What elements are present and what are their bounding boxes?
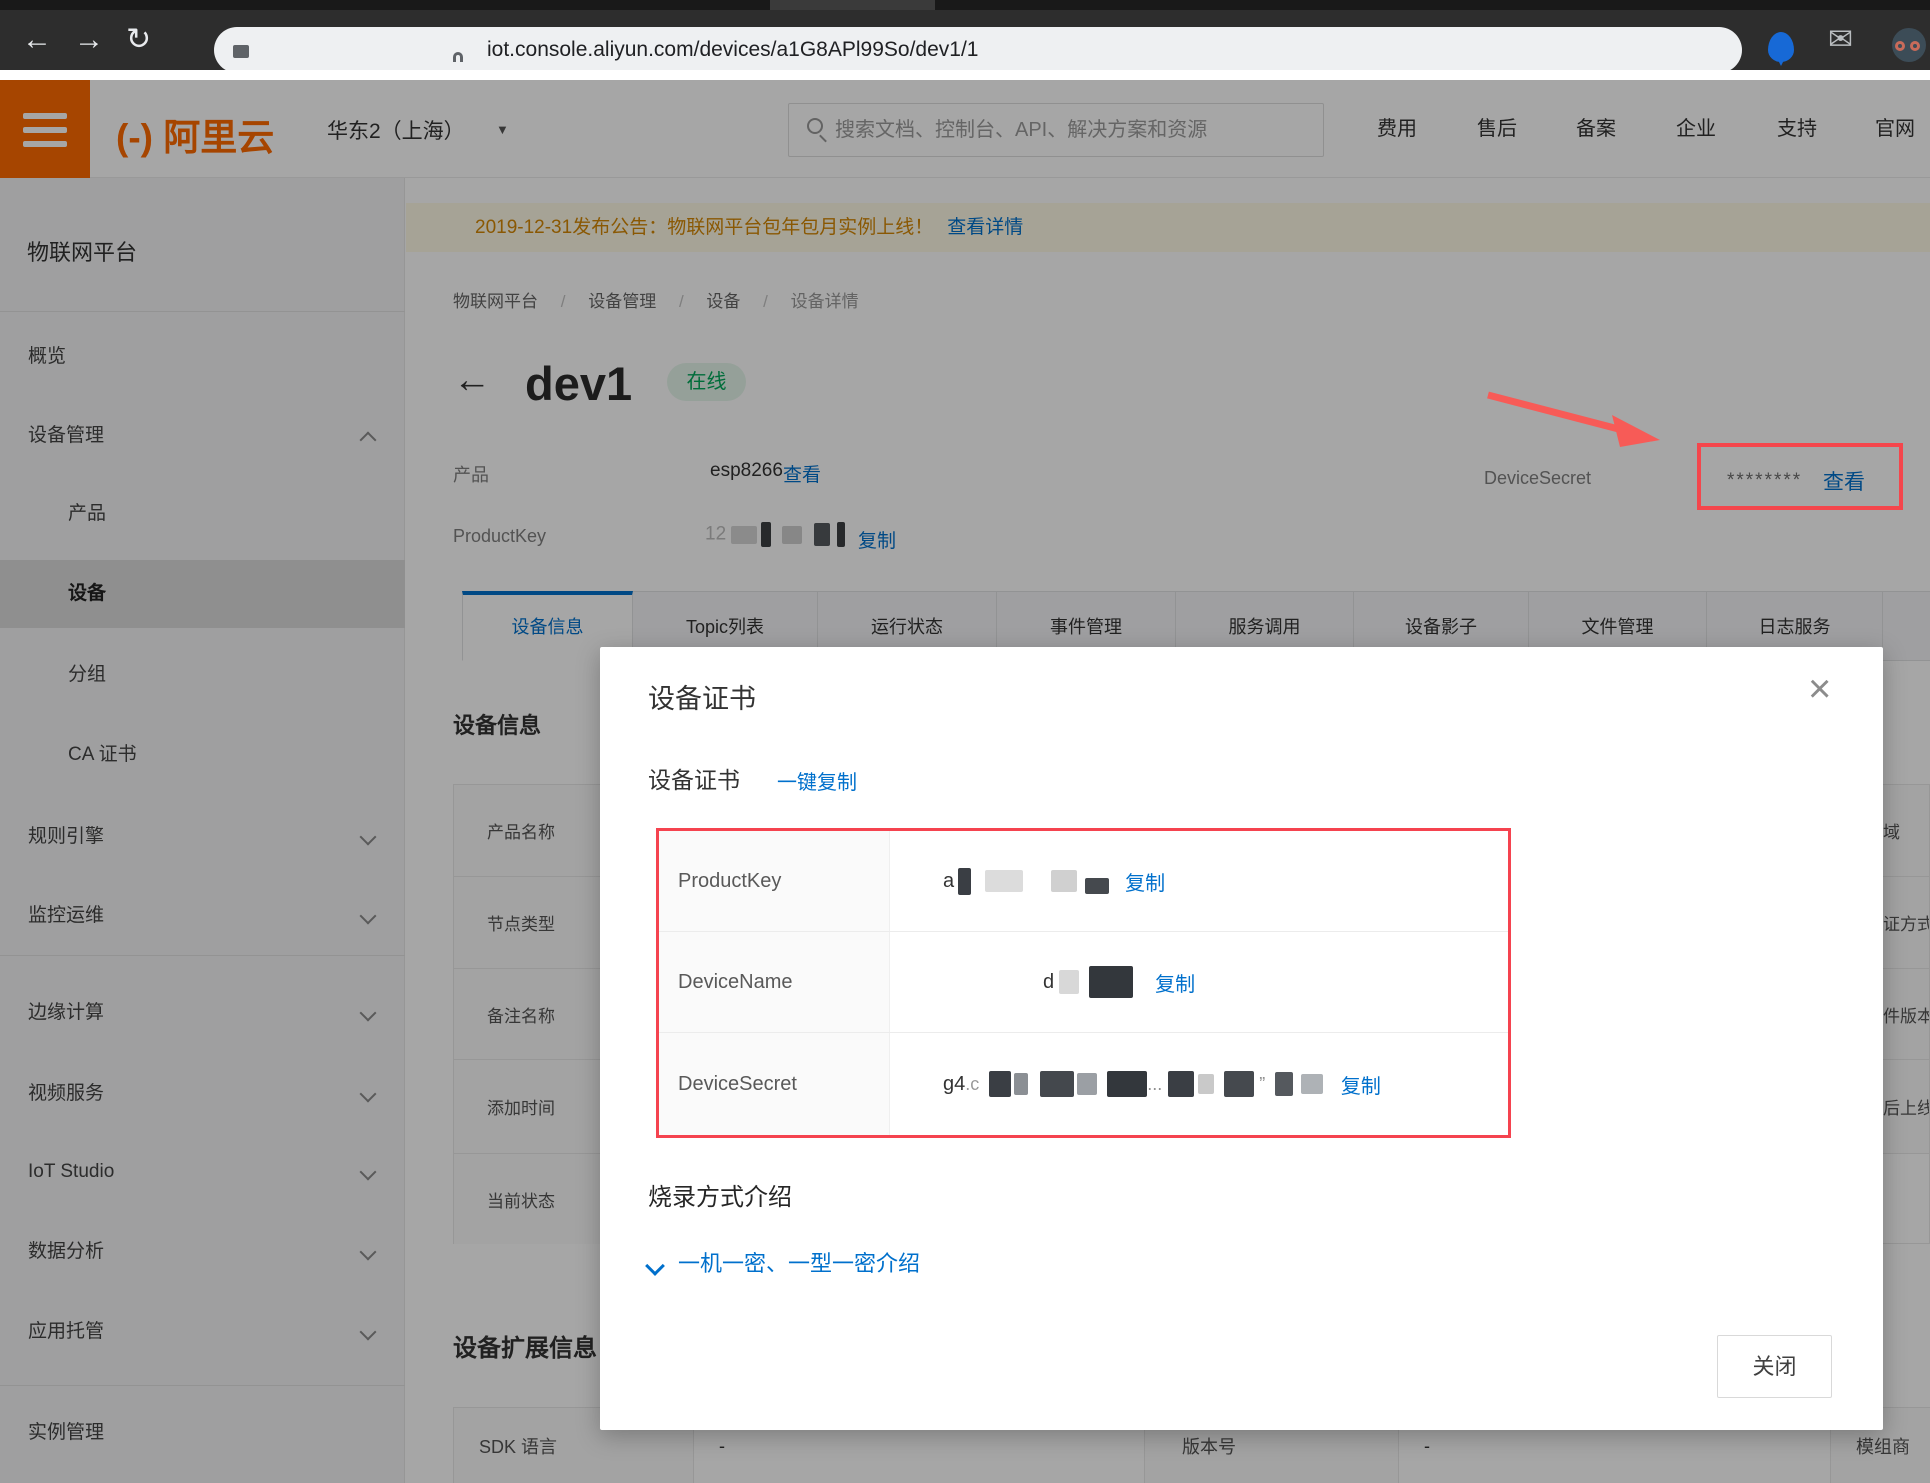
redaction-block [1301,1074,1323,1094]
cert-visible-chars: a [943,870,954,893]
cert-row-devicesecret: DeviceSecret g4 .c ... ” 复制 [659,1033,1508,1135]
chevron-down-icon[interactable] [645,1256,665,1276]
cert-faint-chars: ” [1254,1074,1269,1095]
cert-label: DeviceSecret [678,1033,797,1135]
redaction-block [1040,1071,1074,1097]
redaction-block [1051,870,1077,892]
screenshot-stage: ← → ↻ iot.console.aliyun.com/devices/a1G… [0,0,1930,1483]
secret-intro-link[interactable]: 一机一密、一型一密介绍 [678,1246,920,1278]
cert-visible-chars: g4 [943,1073,965,1096]
browser-active-tab[interactable] [770,0,935,10]
device-certificate-modal: × 设备证书 设备证书 一键复制 ProductKey a 复制 [600,647,1883,1430]
cert-label: DeviceName [678,932,792,1032]
url-text: iot.console.aliyun.com/devices/a1G8APl99… [487,27,978,73]
annotation-red-arrow [1470,385,1690,475]
copy-link[interactable]: 复制 [1125,867,1165,896]
lock-icon [453,52,463,62]
redaction-block [1224,1071,1254,1097]
copy-link[interactable]: 复制 [1155,968,1195,997]
redaction-block [985,870,1023,892]
copy-all-link[interactable]: 一键复制 [777,766,857,795]
cert-row-productkey: ProductKey a 复制 [659,831,1508,932]
cert-visible-chars: d [1043,971,1054,994]
redaction-block [1014,1073,1028,1095]
browser-tab-strip [0,0,1930,10]
redaction-block [1198,1074,1214,1094]
cert-value-redacted: d 复制 [1043,932,1195,1032]
redaction-block [1059,970,1079,994]
redaction-block [1275,1072,1293,1096]
browser-address-bar[interactable]: iot.console.aliyun.com/devices/a1G8APl99… [214,27,1742,73]
browser-reload-icon[interactable]: ↻ [126,10,151,70]
modal-title: 设备证书 [648,677,756,716]
redaction-block [1085,878,1109,894]
certificate-subtitle: 设备证书 [648,761,740,795]
cert-row-devicename: DeviceName d 复制 [659,932,1508,1033]
annotation-red-box [1697,443,1903,510]
redaction-block [958,868,971,895]
certificate-table: ProductKey a 复制 DeviceName d [656,828,1511,1138]
browser-forward-icon[interactable]: → [74,10,104,70]
cert-faint-chars: .c [965,1074,979,1095]
copy-link[interactable]: 复制 [1341,1070,1381,1099]
extension-balloon-icon[interactable] [1768,32,1794,62]
extension-mail-icon[interactable]: ✉ [1828,22,1853,57]
redaction-block [989,1071,1011,1097]
redaction-block [1089,966,1133,998]
cert-value-redacted: a 复制 [943,831,1165,931]
browser-back-icon[interactable]: ← [22,10,52,70]
cert-label: ProductKey [678,831,781,931]
lock-icon-body [233,45,249,58]
redaction-block [1077,1073,1097,1095]
burn-method-heading: 烧录方式介绍 [648,1177,792,1212]
redaction-block [1107,1071,1147,1097]
page-top-gap [0,70,1930,80]
browser-toolbar: ← → ↻ iot.console.aliyun.com/devices/a1G… [0,10,1930,70]
browser-profile-avatar[interactable] [1892,28,1926,62]
cert-faint-chars: ... [1147,1074,1162,1095]
close-button[interactable]: 关闭 [1717,1335,1832,1398]
redaction-block [1168,1071,1194,1097]
close-icon[interactable]: × [1808,669,1831,709]
cert-value-redacted: g4 .c ... ” 复制 [943,1033,1381,1135]
